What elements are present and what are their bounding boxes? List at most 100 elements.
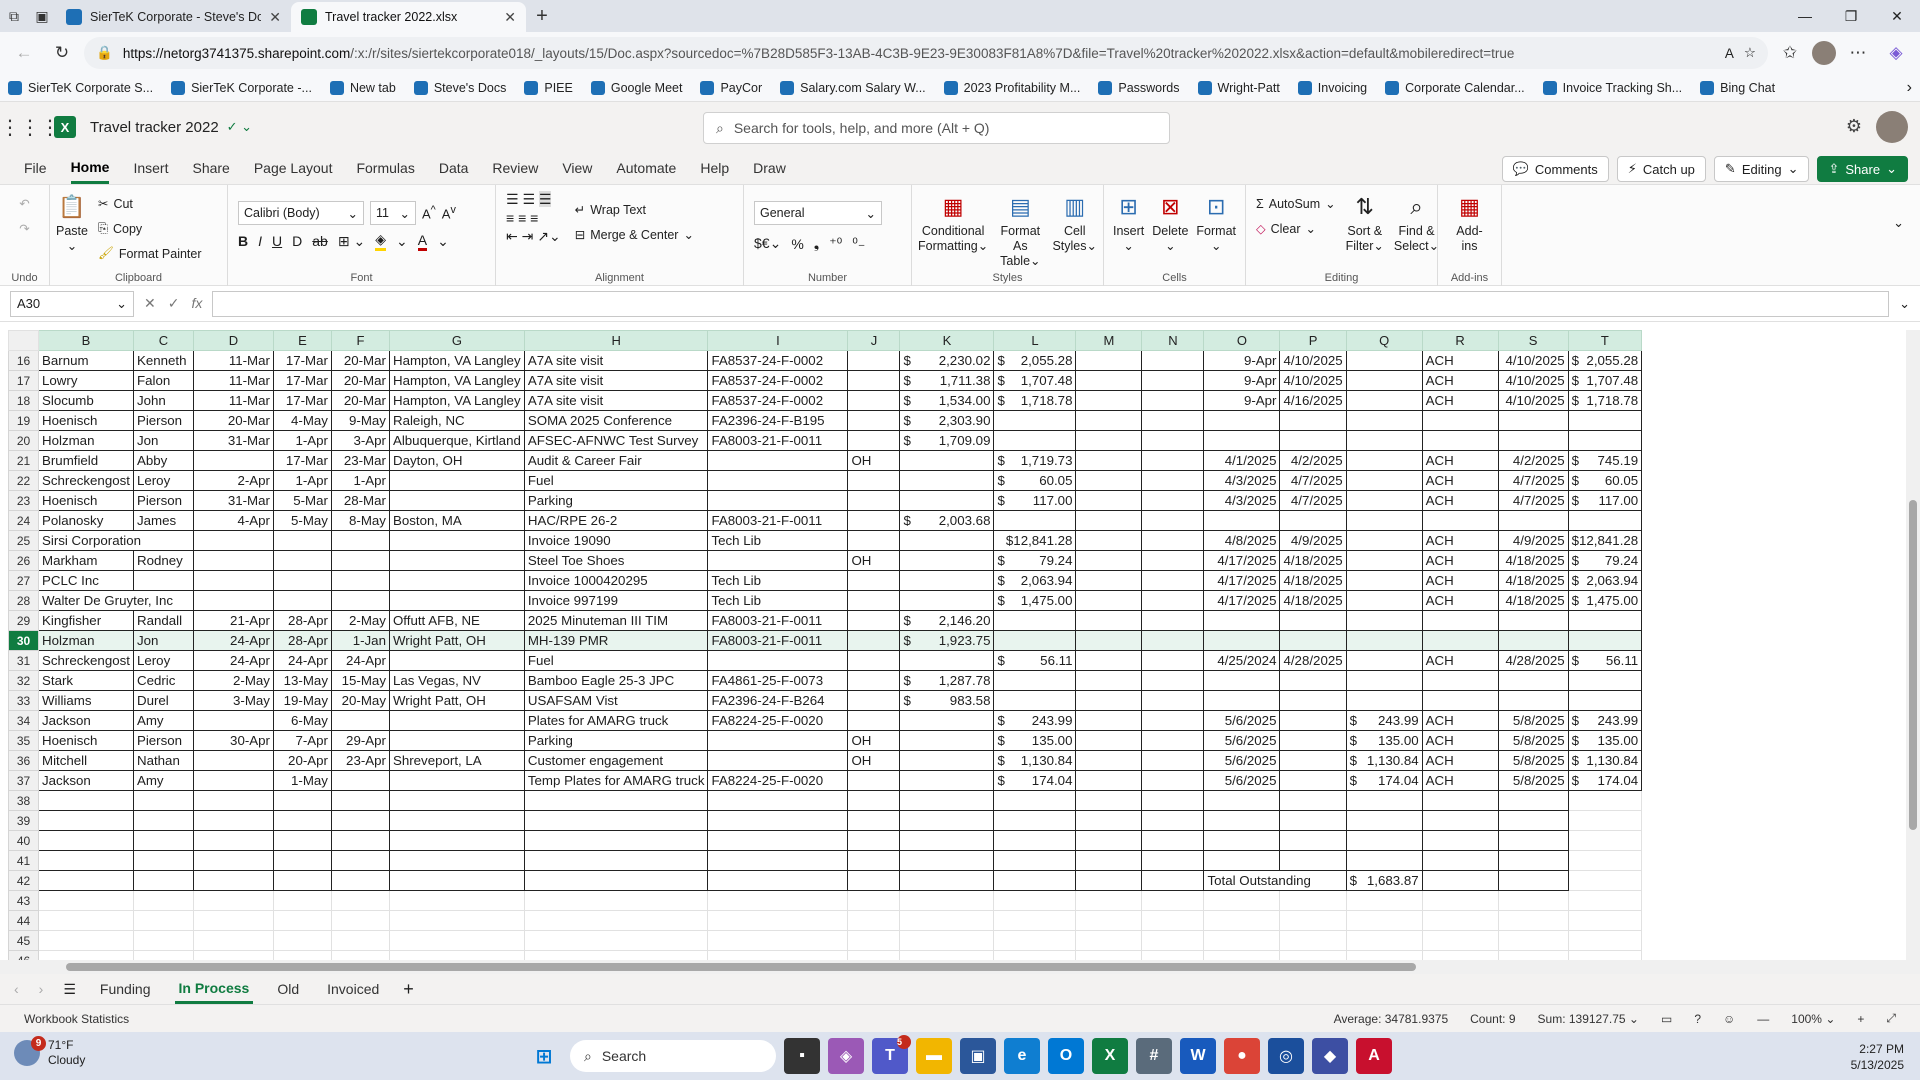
row-header[interactable]: 36 <box>8 750 39 771</box>
cell[interactable]: 17-Mar <box>272 450 332 471</box>
clock[interactable]: 2:27 PM 5/13/2025 <box>1851 1041 1904 1073</box>
cell[interactable]: Albuquerque, Kirtland <box>388 430 525 451</box>
cell[interactable] <box>993 910 1077 931</box>
cell[interactable]: 4/25/2024 <box>1203 650 1281 671</box>
orientation-icon[interactable]: ↗⌄ <box>537 228 560 244</box>
cell[interactable]: $1,287.78 <box>899 670 995 691</box>
cell[interactable]: 4/7/2025 <box>1497 490 1569 511</box>
cell[interactable] <box>388 570 525 591</box>
cell[interactable] <box>993 870 1077 891</box>
cell[interactable] <box>1497 690 1569 711</box>
cell[interactable] <box>1345 610 1423 631</box>
number-format-select[interactable]: General ⌄ <box>754 201 882 225</box>
cell[interactable] <box>899 930 995 951</box>
column-header[interactable]: I <box>707 330 849 351</box>
cell[interactable] <box>1345 630 1423 651</box>
expand-formula-icon[interactable]: ⌄ <box>1899 296 1910 312</box>
cell[interactable] <box>1567 830 1643 851</box>
edge-icon[interactable]: e <box>1004 1038 1040 1074</box>
cell[interactable]: Las Vegas, NV <box>388 670 525 691</box>
cell[interactable] <box>132 890 194 911</box>
cell[interactable]: 5/8/2025 <box>1497 710 1569 731</box>
cell[interactable] <box>1203 410 1281 431</box>
cell[interactable]: Tech Lib <box>707 570 849 591</box>
cell[interactable]: $174.04 <box>993 770 1077 791</box>
cell[interactable] <box>330 910 390 931</box>
cell[interactable] <box>1075 770 1143 791</box>
decrease-indent-icon[interactable]: ⇤ <box>506 228 518 244</box>
row-header[interactable]: 32 <box>8 670 39 691</box>
cell[interactable]: John <box>132 390 194 411</box>
cell[interactable] <box>38 950 134 960</box>
copy-button[interactable]: ⎘ Copy <box>98 216 202 241</box>
column-header[interactable]: P <box>1279 330 1347 351</box>
cell[interactable]: OH <box>847 730 901 751</box>
tab-help[interactable]: Help <box>700 152 729 184</box>
cell[interactable] <box>38 910 134 931</box>
cell[interactable] <box>1075 590 1143 611</box>
cell[interactable] <box>192 790 274 811</box>
cell[interactable]: 5/6/2025 <box>1203 750 1281 771</box>
insert-cells-button[interactable]: ⊞ Insert ⌄ <box>1113 191 1144 269</box>
cell[interactable]: 4/10/2025 <box>1497 370 1569 391</box>
favorite-star-icon[interactable]: ☆ <box>1744 45 1756 61</box>
cell[interactable] <box>388 930 525 951</box>
cell[interactable] <box>1141 570 1205 591</box>
delete-cells-button[interactable]: ⊠ Delete ⌄ <box>1152 191 1188 269</box>
column-header[interactable]: Q <box>1345 330 1423 351</box>
row-header[interactable]: 25 <box>8 530 39 551</box>
cell[interactable] <box>1075 650 1143 671</box>
cell[interactable] <box>993 790 1077 811</box>
column-header[interactable]: F <box>330 330 390 351</box>
cell[interactable] <box>993 610 1077 631</box>
underline-icon[interactable]: U <box>272 233 282 249</box>
cell[interactable]: 4/18/2025 <box>1279 570 1347 591</box>
cell[interactable] <box>1345 930 1423 951</box>
cell[interactable]: 4/28/2025 <box>1279 650 1347 671</box>
cell[interactable]: FA8003-21-F-0011 <box>707 630 849 651</box>
cell[interactable] <box>993 690 1077 711</box>
cell[interactable] <box>272 830 332 851</box>
row-header[interactable]: 40 <box>8 830 39 851</box>
cell[interactable] <box>38 790 134 811</box>
cell[interactable] <box>388 530 525 551</box>
cell[interactable] <box>38 850 134 871</box>
cell[interactable] <box>1279 910 1347 931</box>
cell[interactable] <box>899 790 995 811</box>
cell[interactable]: $243.99 <box>993 710 1077 731</box>
cell[interactable] <box>993 630 1077 651</box>
cell[interactable]: $1,718.78 <box>1567 390 1643 411</box>
formula-input[interactable] <box>212 290 1890 317</box>
cell[interactable] <box>192 530 274 551</box>
row-header[interactable]: 45 <box>8 930 39 951</box>
cell[interactable] <box>1141 630 1205 651</box>
cell[interactable]: 4/9/2025 <box>1497 530 1569 551</box>
cell[interactable] <box>847 630 901 651</box>
cell[interactable]: $2,230.02 <box>899 350 995 371</box>
cell[interactable]: Polanosky <box>38 510 134 531</box>
cell[interactable] <box>1279 930 1347 951</box>
cell[interactable] <box>899 950 995 960</box>
cell[interactable] <box>993 930 1077 951</box>
column-header[interactable]: J <box>847 330 901 351</box>
comma-icon[interactable]: ❟ <box>814 235 820 252</box>
cell[interactable]: $79.24 <box>1567 550 1643 571</box>
cell[interactable]: $117.00 <box>993 490 1077 511</box>
cell[interactable]: $1,475.00 <box>1567 590 1643 611</box>
increase-decimal-icon[interactable]: ⁺⁰ <box>829 235 842 252</box>
cell[interactable] <box>330 810 390 831</box>
cell[interactable]: Abby <box>132 450 194 471</box>
cell[interactable]: FA8003-21-F-0011 <box>707 610 849 631</box>
cell[interactable] <box>272 590 332 611</box>
cell[interactable] <box>1345 550 1423 571</box>
cell[interactable]: ACH <box>1421 470 1499 491</box>
row-header[interactable]: 39 <box>8 810 39 831</box>
tab-share[interactable]: Share <box>192 152 229 184</box>
cell[interactable] <box>523 830 709 851</box>
cell[interactable]: 5/6/2025 <box>1203 730 1281 751</box>
cell[interactable] <box>132 850 194 871</box>
cell[interactable] <box>1075 950 1143 960</box>
cell[interactable] <box>388 650 525 671</box>
cell[interactable] <box>1497 890 1569 911</box>
taskbar-search[interactable]: ⌕ Search <box>570 1040 776 1072</box>
